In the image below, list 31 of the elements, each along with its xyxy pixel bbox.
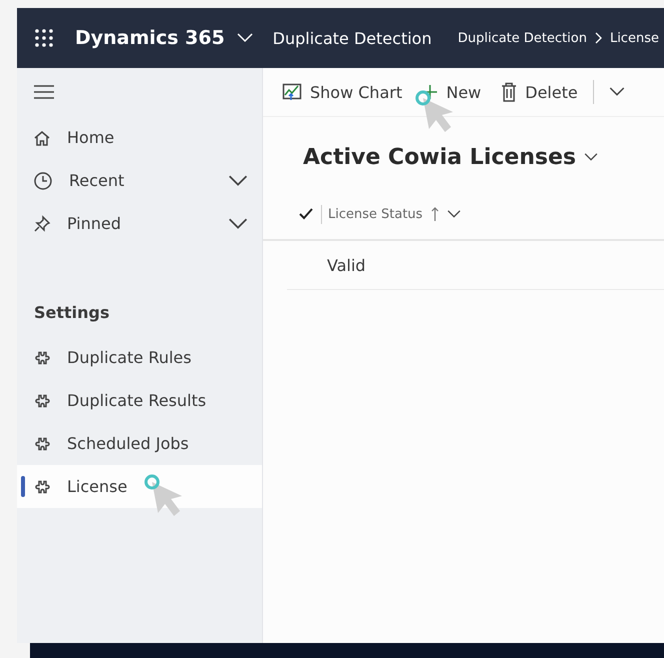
chevron-icon <box>608 87 625 97</box>
chevron-icon <box>446 210 461 218</box>
chevron-right-icon <box>594 32 602 44</box>
check-icon[interactable] <box>299 208 313 220</box>
column-header[interactable]: License Status <box>321 204 467 224</box>
nav-item[interactable]: Home <box>17 116 262 159</box>
nav-item[interactable]: Recent <box>17 159 262 202</box>
delete-button[interactable]: Delete <box>494 78 585 106</box>
chevron-icon <box>228 218 248 230</box>
nav-item[interactable]: Duplicate Results <box>17 379 262 422</box>
nav-item[interactable]: Pinned <box>17 202 262 245</box>
trash-icon <box>501 82 518 102</box>
area-title: Duplicate Detection <box>272 28 432 48</box>
chevron-icon[interactable] <box>236 33 253 43</box>
table-cell: Valid <box>327 256 366 274</box>
section-title: Settings <box>33 302 111 324</box>
breadcrumb-item[interactable]: License <box>610 30 659 46</box>
home-icon <box>33 128 51 146</box>
view-title[interactable]: Active Cowia Licenses <box>303 144 576 170</box>
chart-button[interactable]: Show Chart <box>275 78 410 106</box>
nav-item[interactable]: Scheduled Jobs <box>17 422 262 465</box>
chevron-icon <box>228 174 248 186</box>
app-name[interactable]: Dynamics 365 <box>75 27 225 49</box>
menu-icon[interactable] <box>34 85 54 99</box>
pin-icon <box>33 214 51 232</box>
nav-item[interactable]: Duplicate Rules <box>17 336 262 379</box>
clock-icon <box>33 170 53 190</box>
chevron-icon <box>584 152 598 162</box>
breadcrumb-item[interactable]: Duplicate Detection <box>458 30 587 46</box>
chart-icon <box>282 82 302 102</box>
app-launcher-icon[interactable] <box>35 29 53 47</box>
